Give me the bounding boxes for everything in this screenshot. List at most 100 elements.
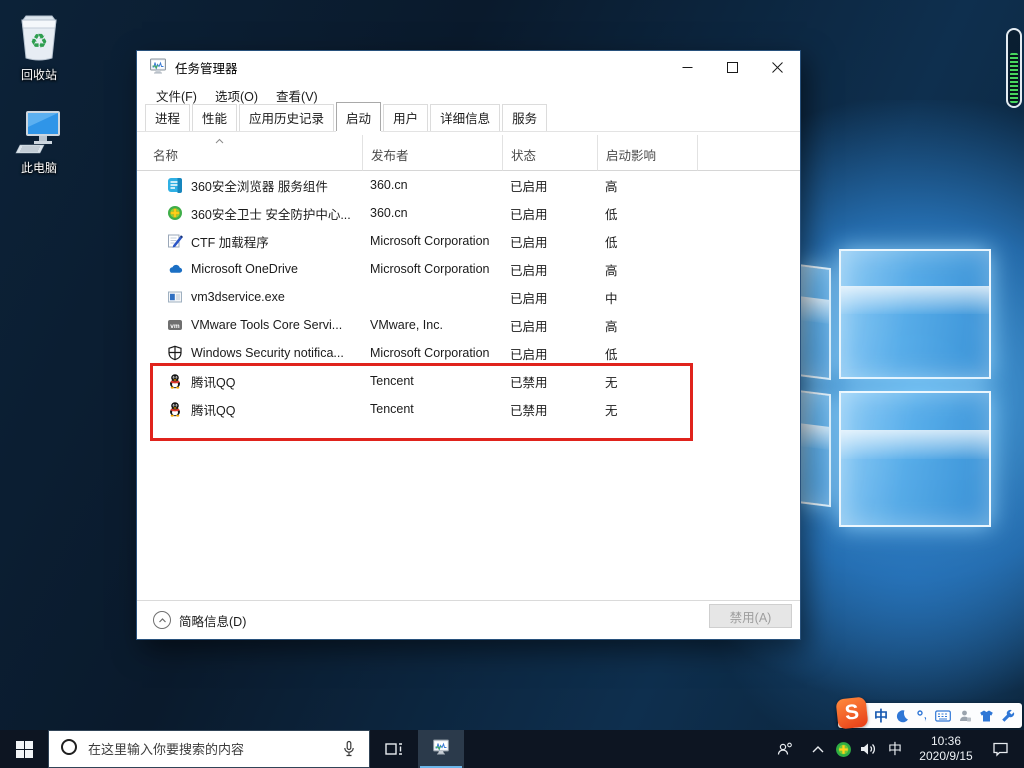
startup-publisher: Tencent: [362, 402, 502, 416]
app-icon: [167, 205, 183, 221]
clock-time: 10:36: [931, 734, 961, 749]
startup-name: 360安全浏览器 服务组件: [191, 176, 328, 195]
task-manager-window: 任务管理器 文件(F)选项(O)查看(V) 进程性能应用历史记录启动用户详细信息…: [136, 50, 801, 640]
sogou-ime-toolbar: S 中: [838, 703, 1022, 728]
tab-app-history[interactable]: 应用历史记录: [239, 104, 334, 131]
startup-status: 已启用: [502, 176, 597, 195]
tab-separator: [137, 131, 800, 132]
task-manager-icon: [432, 738, 450, 756]
tab-users[interactable]: 用户: [383, 104, 428, 131]
startup-impact: 无: [597, 400, 697, 419]
taskbar-clock[interactable]: 10:36 2020/9/15: [912, 730, 980, 768]
startup-publisher: Microsoft Corporation: [362, 234, 502, 248]
startup-name: CTF 加载程序: [191, 232, 269, 251]
desktop-icon-recycle-bin[interactable]: ♻ 回收站: [1, 10, 77, 83]
keyboard-icon[interactable]: [935, 710, 951, 722]
column-spacer: [697, 135, 800, 171]
tab-startup[interactable]: 启动: [336, 102, 381, 131]
action-center-icon[interactable]: [982, 730, 1018, 768]
column-publisher[interactable]: 发布者: [362, 135, 502, 171]
tab-strip: 进程性能应用历史记录启动用户详细信息服务: [145, 107, 800, 131]
table-row[interactable]: vmVMware Tools Core Servi... VMware, Inc…: [137, 311, 800, 339]
windows-logo-pane-bottom-right: [839, 391, 991, 527]
startup-status: 已启用: [502, 204, 597, 223]
360-tray-icon[interactable]: [830, 730, 856, 768]
table-row[interactable]: 腾讯QQ Tencent 已禁用 无: [137, 367, 800, 395]
vmware-icon: vm: [167, 317, 183, 333]
tab-details[interactable]: 详细信息: [430, 104, 500, 131]
minimize-button[interactable]: [665, 51, 710, 83]
search-input[interactable]: [88, 742, 341, 757]
people-icon[interactable]: [770, 730, 800, 768]
details-toggle[interactable]: 简略信息(D): [153, 611, 246, 630]
startup-impact: 高: [597, 316, 697, 335]
table-row[interactable]: vm3dservice.exe 已启用 中: [137, 283, 800, 311]
task-view-button[interactable]: [370, 730, 418, 768]
column-publisher-label: 发布者: [371, 145, 409, 164]
startup-impact: 中: [597, 288, 697, 307]
startup-name: 腾讯QQ: [191, 400, 235, 419]
startup-status: 已启用: [502, 232, 597, 251]
table-row[interactable]: 腾讯QQ Tencent 已禁用 无: [137, 395, 800, 423]
table-row[interactable]: 360安全浏览器 服务组件 360.cn 已启用 高: [137, 171, 800, 199]
battery-fill: [1010, 53, 1018, 103]
ime-indicator[interactable]: 中: [882, 730, 908, 768]
titlebar[interactable]: 任务管理器: [137, 51, 800, 83]
column-name[interactable]: 名称: [137, 135, 362, 171]
disable-button[interactable]: 禁用(A): [709, 604, 792, 628]
startup-status: 已禁用: [502, 400, 597, 419]
startup-publisher: 360.cn: [362, 178, 502, 192]
column-status[interactable]: 状态: [502, 135, 597, 171]
desktop-icon-this-pc[interactable]: 此电脑: [1, 103, 77, 176]
startup-items-list: 360安全浏览器 服务组件 360.cn 已启用 高 360安全卫士 安全防护中…: [137, 171, 800, 599]
app-icon: vm: [167, 317, 183, 333]
details-toggle-label: 简略信息(D): [179, 611, 246, 630]
clock-date: 2020/9/15: [919, 749, 972, 764]
table-row[interactable]: CTF 加载程序 Microsoft Corporation 已启用 低: [137, 227, 800, 255]
360-safe-icon: [167, 205, 183, 221]
windows-logo-pane-top-left: [797, 264, 831, 380]
start-button[interactable]: [0, 730, 48, 768]
windows-logo-pane-bottom-left: [797, 390, 831, 507]
taskbar-search[interactable]: [48, 730, 370, 768]
sogou-logo[interactable]: S: [836, 697, 869, 730]
battery-level-widget: [1006, 28, 1022, 108]
startup-status: 已禁用: [502, 372, 597, 391]
table-row[interactable]: 360安全卫士 安全防护中心... 360.cn 已启用 低: [137, 199, 800, 227]
hidden-icons-chevron[interactable]: [806, 730, 830, 768]
this-pc-icon: [1, 103, 77, 155]
moon-icon[interactable]: [895, 709, 909, 723]
speaker-icon[interactable]: [854, 730, 882, 768]
360-browser-icon: [167, 177, 183, 193]
task-manager-icon: [432, 738, 450, 761]
table-row[interactable]: Windows Security notifica... Microsoft C…: [137, 339, 800, 367]
onedrive-icon: [167, 261, 183, 277]
tab-services[interactable]: 服务: [502, 104, 547, 131]
task-manager-icon: [149, 57, 167, 75]
tab-performance[interactable]: 性能: [192, 104, 237, 131]
startup-impact: 低: [597, 204, 697, 223]
column-status-label: 状态: [511, 145, 536, 164]
desktop-icon-label: 回收站: [1, 66, 77, 83]
ctf-loader-icon: [167, 233, 183, 249]
task-manager-taskbar-button[interactable]: [418, 730, 464, 768]
skin-tshirt-icon[interactable]: [979, 709, 994, 723]
app-icon: [167, 373, 183, 389]
startup-name: Microsoft OneDrive: [191, 262, 298, 276]
taskbar: 中 10:36 2020/9/15: [0, 730, 1024, 768]
maximize-button[interactable]: [710, 51, 755, 83]
microphone-icon[interactable]: [341, 740, 357, 758]
tab-processes[interactable]: 进程: [145, 104, 190, 131]
column-impact[interactable]: 启动影响: [597, 135, 697, 171]
startup-status: 已启用: [502, 288, 597, 307]
sort-ascending-icon: [215, 137, 224, 146]
startup-impact: 低: [597, 344, 697, 363]
footer-bar: 简略信息(D) 禁用(A): [137, 600, 800, 639]
table-row[interactable]: Microsoft OneDrive Microsoft Corporation…: [137, 255, 800, 283]
punctuation-icon[interactable]: [916, 709, 928, 723]
user-icon[interactable]: [958, 709, 972, 723]
wrench-icon[interactable]: [1001, 709, 1015, 723]
startup-impact: 无: [597, 372, 697, 391]
close-button[interactable]: [755, 51, 800, 83]
sogou-ime-mode[interactable]: 中: [874, 706, 888, 726]
